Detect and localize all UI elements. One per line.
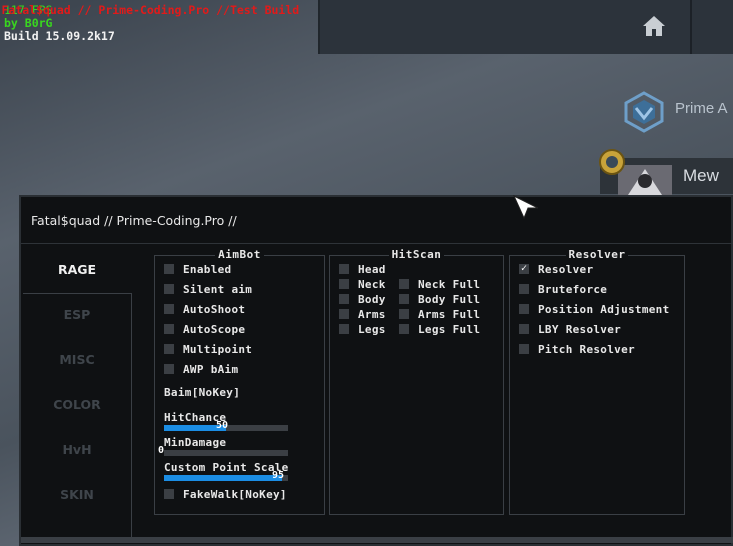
cheat-menu-window[interactable]: Fatal$quad // Prime-Coding.Pro // RAGE E… xyxy=(19,195,733,546)
title-divider xyxy=(21,243,733,244)
hitscan-title: HitScan xyxy=(388,248,445,261)
tab-border xyxy=(131,293,132,539)
watermark-author: by B0rG xyxy=(4,16,53,30)
prime-status-text: Prime A xyxy=(675,100,728,117)
tab-bar: RAGE ESP MISC COLOR HvH SKIN xyxy=(23,249,132,539)
tab-misc[interactable]: MISC xyxy=(23,339,131,379)
resolver-title: Resolver xyxy=(565,248,629,261)
build-label: Build 15.09.2k17 xyxy=(4,29,115,43)
point-scale-value: 95 xyxy=(272,470,285,481)
point-scale-slider[interactable]: 95 xyxy=(164,470,288,481)
menu-title: Fatal$quad // Prime-Coding.Pro // xyxy=(31,213,237,228)
avatar xyxy=(618,165,672,195)
bruteforce-checkbox[interactable]: Bruteforce xyxy=(519,282,607,296)
aimbot-group: AimBot Enabled Silent aim AutoShoot Auto… xyxy=(154,248,325,515)
resolver-group: Resolver ✓ Resolver Bruteforce Position A… xyxy=(509,248,685,515)
tab-hvh[interactable]: HvH xyxy=(23,429,131,469)
hitscan-group: HitScan Head Neck Body Arms Legs Neck Fu… xyxy=(329,248,504,515)
tab-color[interactable]: COLOR xyxy=(23,384,131,424)
player-name: Mew xyxy=(683,166,719,185)
mouse-cursor-icon xyxy=(512,194,540,220)
point-scale-label: Custom Point Scale xyxy=(164,461,289,474)
menu-bottom-bar xyxy=(21,537,733,543)
mindamage-slider[interactable]: 0 xyxy=(158,445,288,456)
mindamage-value: 0 xyxy=(158,445,165,456)
tab-skin[interactable]: SKIN xyxy=(23,474,131,514)
hitscan-arms-full-checkbox[interactable]: Arms Full xyxy=(399,307,480,321)
baim-keybind[interactable]: Baim[NoKey] xyxy=(164,386,240,399)
checkmark-icon: ✓ xyxy=(519,263,529,274)
hitscan-neck-full-checkbox[interactable]: Neck Full xyxy=(399,277,480,291)
resolver-checkbox[interactable]: ✓ Resolver xyxy=(519,262,593,276)
hitscan-legs-checkbox[interactable]: Legs xyxy=(339,322,386,336)
awp-baim-checkbox[interactable]: AWP bAim xyxy=(164,362,238,376)
multipoint-checkbox[interactable]: Multipoint xyxy=(164,342,252,356)
tab-rage[interactable]: RAGE xyxy=(23,249,131,289)
medal-icon xyxy=(598,148,626,176)
aimbot-title: AimBot xyxy=(215,248,264,261)
hitscan-body-checkbox[interactable]: Body xyxy=(339,292,386,306)
hitscan-body-full-checkbox[interactable]: Body Full xyxy=(399,292,480,306)
tab-esp[interactable]: ESP xyxy=(23,294,131,334)
top-panel xyxy=(318,0,733,54)
hitscan-legs-full-checkbox[interactable]: Legs Full xyxy=(399,322,480,336)
pitch-resolver-checkbox[interactable]: Pitch Resolver xyxy=(519,342,635,356)
slider-fill xyxy=(164,475,282,481)
hitscan-head-checkbox[interactable]: Head xyxy=(339,262,386,276)
hitchance-value: 50 xyxy=(216,420,229,431)
enabled-checkbox[interactable]: Enabled xyxy=(164,262,231,276)
watermark-title: Fatal$quad // Prime-Coding.Pro //Test Bu… xyxy=(1,3,300,17)
fakewalk-checkbox[interactable]: FakeWalk[NoKey] xyxy=(164,487,287,501)
home-icon[interactable] xyxy=(638,10,670,42)
hitscan-neck-checkbox[interactable]: Neck xyxy=(339,277,386,291)
mindamage-label: MinDamage xyxy=(164,436,227,449)
hitscan-arms-checkbox[interactable]: Arms xyxy=(339,307,386,321)
autoscope-checkbox[interactable]: AutoScope xyxy=(164,322,245,336)
hitchance-slider[interactable]: 50 xyxy=(164,420,288,431)
autoshoot-checkbox[interactable]: AutoShoot xyxy=(164,302,245,316)
lby-resolver-checkbox[interactable]: LBY Resolver xyxy=(519,322,621,336)
prime-badge-icon xyxy=(622,90,666,134)
silent-aim-checkbox[interactable]: Silent aim xyxy=(164,282,252,296)
position-adjustment-checkbox[interactable]: Position Adjustment xyxy=(519,302,670,316)
